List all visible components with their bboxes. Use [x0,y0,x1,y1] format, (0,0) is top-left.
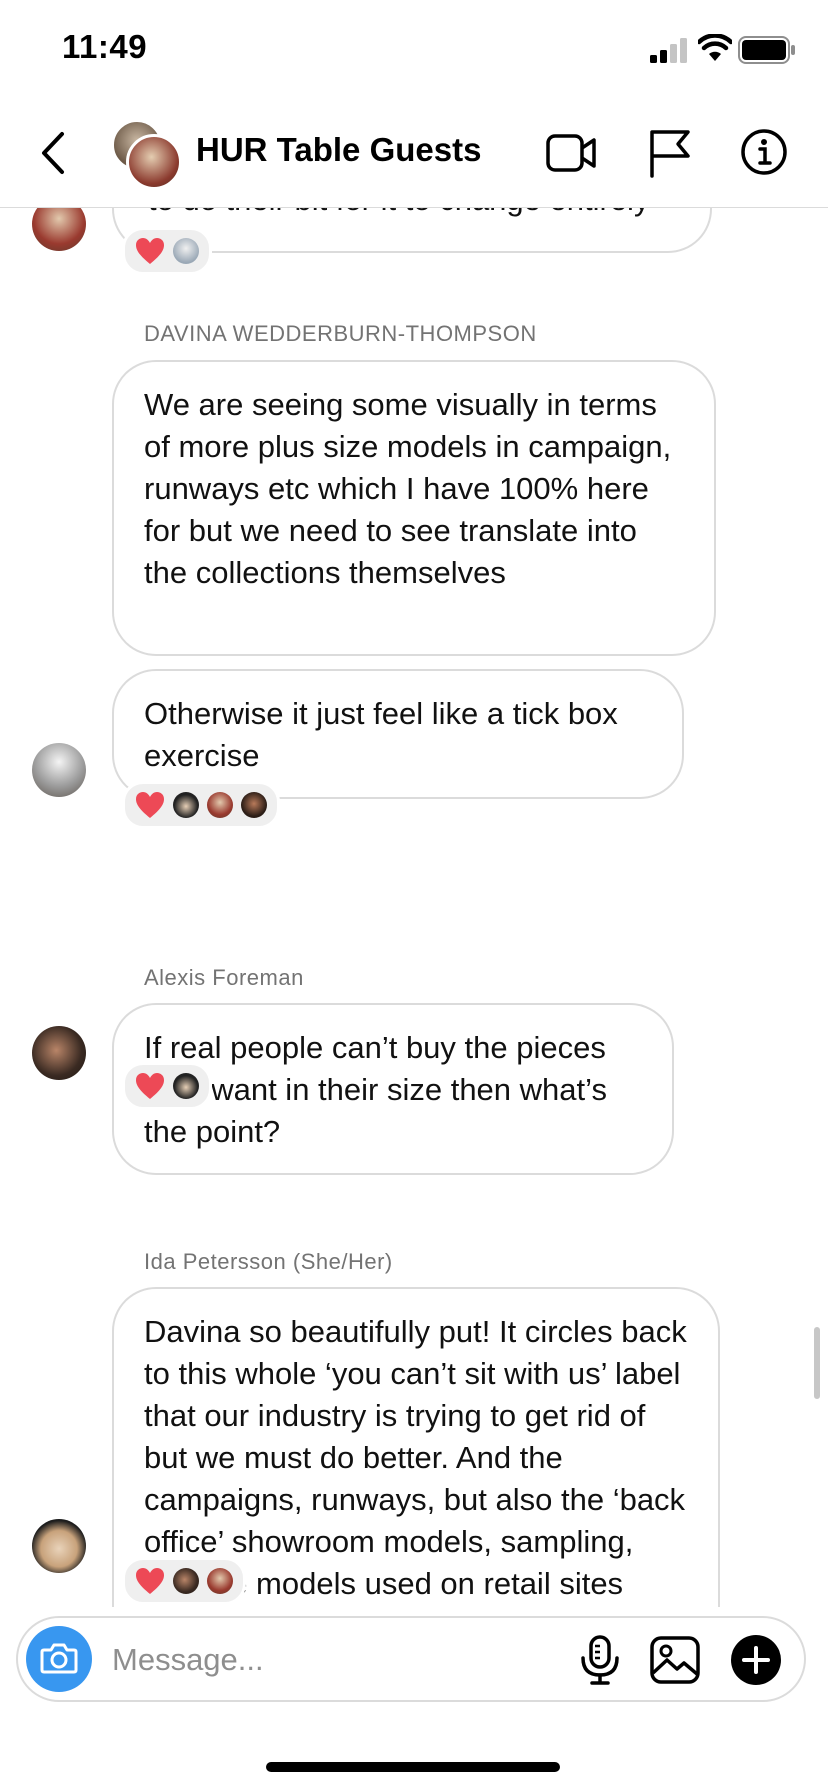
camera-icon [40,1643,78,1674]
heart-icon [136,1073,164,1099]
heart-icon [136,1568,164,1594]
sender-avatar[interactable] [32,1026,86,1080]
sender-avatar[interactable] [32,1519,86,1573]
info-icon[interactable] [740,128,788,176]
reactor-avatar [173,792,199,818]
plus-icon[interactable] [730,1634,782,1686]
message-bubble[interactable]: Otherwise it just feel like a tick box e… [112,669,684,799]
reaction-bar[interactable] [122,1062,212,1110]
message-input[interactable] [110,1632,574,1688]
wifi-icon [698,34,732,61]
reaction-bar[interactable] [122,1557,246,1605]
reaction-bar[interactable] [122,227,212,275]
status-time: 11:49 [62,28,148,65]
flag-icon[interactable] [648,128,692,178]
camera-button[interactable] [26,1626,92,1692]
reactor-avatar [173,1568,199,1594]
heart-icon [136,792,164,818]
chat-title[interactable]: HUR Table Guests [196,131,481,169]
sender-name: DAVINA WEDDERBURN-THOMPSON [144,321,537,346]
sender-name: Ida Petersson (She/Her) [144,1249,393,1274]
message-composer [16,1616,806,1702]
reactor-avatar [173,238,199,264]
back-icon[interactable] [36,128,76,178]
chat-header: HUR Table Guests [0,100,828,208]
message-text: Otherwise it just feel like a tick box e… [144,696,618,773]
reactor-avatar [207,792,233,818]
cellular-signal-icon [650,38,687,63]
reactor-avatar [207,1568,233,1594]
status-bar: 11:49 [0,0,828,100]
message-bubble[interactable]: We are seeing some visually in terms of … [112,360,716,656]
battery-icon [738,36,795,64]
sender-avatar[interactable] [32,743,86,797]
scrollbar[interactable] [814,1327,820,1399]
home-indicator[interactable] [266,1762,560,1772]
group-avatar[interactable] [110,118,182,190]
sender-avatar[interactable] [32,207,86,251]
reaction-bar[interactable] [122,781,280,829]
member-avatar [126,134,182,190]
message-thread[interactable]: to do their bit for it to change entirel… [0,207,828,1607]
gallery-icon[interactable] [650,1636,700,1684]
reactor-avatar [241,792,267,818]
message-text: to do their bit for it to change entirel… [148,207,649,221]
message-text: We are seeing some visually in terms of … [144,387,672,590]
sender-name: Alexis Foreman [144,965,304,990]
video-call-icon[interactable] [546,130,598,176]
message-text: If real people can’t buy the pieces they… [144,1030,607,1149]
reactor-avatar [173,1073,199,1099]
microphone-icon[interactable] [578,1634,622,1686]
heart-icon [136,238,164,264]
